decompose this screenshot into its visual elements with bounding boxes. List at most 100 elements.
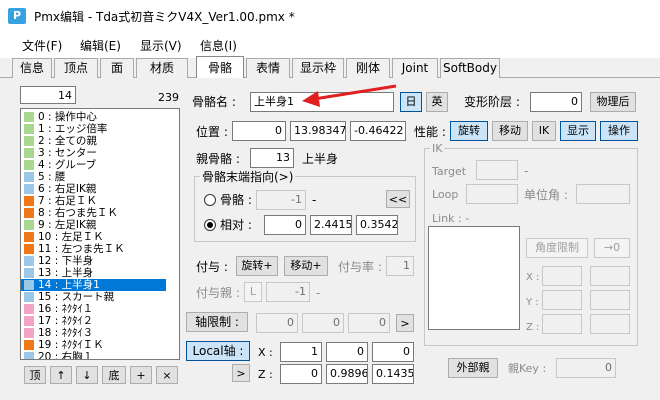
tab-face[interactable]: 面	[100, 58, 134, 78]
ik-y-max-input[interactable]	[590, 290, 630, 310]
grant-move-button[interactable]: 移动+	[284, 256, 328, 276]
bone-list-item[interactable]: 4 : グルーブ	[21, 159, 166, 171]
bone-list-item[interactable]: 11 : 左つま先ＩＫ	[21, 243, 166, 255]
lang-en-button[interactable]: 英	[426, 92, 448, 112]
bone-list-item[interactable]: 15 : スカート親	[21, 291, 166, 303]
deform-order-input[interactable]: 0	[530, 92, 582, 112]
grant-rate-input[interactable]: 1	[386, 256, 414, 276]
axis-limit-x-input[interactable]: 0	[256, 313, 298, 333]
nav-top-button[interactable]: 顶	[24, 366, 46, 384]
tab-material[interactable]: 材质	[136, 58, 188, 78]
tab-rigid-body[interactable]: 刚体	[346, 58, 390, 78]
axis-limit-z-input[interactable]: 0	[348, 313, 390, 333]
title-bar[interactable]: P Pmx编辑 - Tda式初音ミクV4X_Ver1.00.pmx *	[0, 0, 660, 32]
bone-list-item[interactable]: 8 : 右つま先ＩＫ	[21, 207, 166, 219]
axis-limit-button[interactable]: 轴限制 :	[186, 312, 248, 332]
tail-relative-y-input[interactable]: 2.4415	[310, 215, 352, 235]
lang-jp-button[interactable]: 日	[400, 92, 422, 112]
bone-list-item[interactable]: 20 : 右胸１	[21, 351, 166, 359]
grant-rotate-button[interactable]: 旋转+	[236, 256, 278, 276]
ik-target-input[interactable]	[476, 160, 518, 180]
bone-list-item[interactable]: 5 : 腰	[21, 171, 166, 183]
ik-loop-label: Loop	[432, 188, 459, 201]
bone-color-swatch	[24, 280, 34, 290]
ik-unit-angle-input[interactable]	[576, 184, 630, 204]
after-physics-button[interactable]: 物理后	[590, 92, 636, 112]
external-parent-button[interactable]: 外部親	[448, 358, 498, 378]
parent-key-input[interactable]: 0	[556, 358, 616, 378]
bone-search-input[interactable]: 14	[20, 86, 76, 104]
bone-list-item[interactable]: 0 : 操作中心	[21, 111, 166, 123]
operable-toggle[interactable]: 操作	[600, 121, 638, 141]
local-x-x-input[interactable]: 1	[280, 342, 322, 362]
visible-toggle[interactable]: 显示	[560, 121, 596, 141]
bone-list-item[interactable]: 6 : 右足IK親	[21, 183, 166, 195]
bone-list-item[interactable]: 1 : エッジ倍率	[21, 123, 166, 135]
local-x-y-input[interactable]: 0	[326, 342, 368, 362]
ik-angle-limit-button[interactable]: 角度限制	[526, 238, 588, 258]
axis-limit-y-input[interactable]: 0	[302, 313, 344, 333]
bone-list-item[interactable]: 2 : 全ての親	[21, 135, 166, 147]
bone-list-item[interactable]: 10 : 左足ＩＫ	[21, 231, 166, 243]
tail-jump-button[interactable]: <<	[386, 190, 410, 208]
bone-list-item[interactable]: 18 : ﾈｸﾀｲ３	[21, 327, 166, 339]
bone-list-item[interactable]: 7 : 右足ＩＫ	[21, 195, 166, 207]
ik-z-max-input[interactable]	[590, 314, 630, 334]
bone-list-item[interactable]: 14 : 上半身1	[21, 279, 166, 291]
local-z-x-input[interactable]: 0	[280, 364, 322, 384]
bone-list-item-label: 14 : 上半身1	[38, 279, 100, 291]
tab-softbody[interactable]: SoftBody	[440, 58, 500, 78]
ik-x-max-input[interactable]	[590, 266, 630, 286]
delete-bone-button[interactable]: ×	[156, 366, 178, 384]
menu-view[interactable]: 显示(V)	[140, 37, 182, 54]
position-z-input[interactable]: -0.46422	[350, 121, 406, 141]
ik-link-list[interactable]	[428, 226, 520, 330]
ik-loop-input[interactable]	[466, 184, 518, 204]
position-x-input[interactable]: 0	[232, 121, 286, 141]
tab-vertex[interactable]: 顶点	[54, 58, 98, 78]
ik-toggle[interactable]: IK	[532, 121, 556, 141]
bone-list-item[interactable]: 19 : ﾈｸﾀｲＩＫ	[21, 339, 166, 351]
bone-list[interactable]: 0 : 操作中心 1 : エッジ倍率 2 : 全ての親 3 : センター 4 : グルー…	[20, 108, 180, 360]
ik-y-min-input[interactable]	[542, 290, 582, 310]
menu-edit[interactable]: 编辑(E)	[80, 37, 121, 54]
move-toggle[interactable]: 移动	[492, 121, 528, 141]
position-y-input[interactable]: 13.98347	[290, 121, 346, 141]
nav-down-button[interactable]: ↓	[76, 366, 98, 384]
bone-list-item[interactable]: 3 : センター	[21, 147, 166, 159]
local-z-y-input[interactable]: 0.9896	[326, 364, 368, 384]
local-x-z-input[interactable]: 0	[372, 342, 414, 362]
bone-list-item[interactable]: 13 : 上半身	[21, 267, 166, 279]
ik-z-min-input[interactable]	[542, 314, 582, 334]
bone-list-item[interactable]: 17 : ﾈｸﾀｲ２	[21, 315, 166, 327]
tab-info[interactable]: 信息	[12, 58, 52, 78]
add-bone-button[interactable]: +	[130, 366, 152, 384]
tab-morph[interactable]: 表情	[246, 58, 290, 78]
local-z-z-input[interactable]: 0.1435	[372, 364, 414, 384]
bone-list-item[interactable]: 9 : 左足IK親	[21, 219, 166, 231]
rotate-toggle[interactable]: 旋转	[450, 121, 488, 141]
bone-list-item[interactable]: 12 : 下半身	[21, 255, 166, 267]
tail-relative-z-input[interactable]: 0.3542	[356, 215, 398, 235]
bone-list-item[interactable]: 16 : ﾈｸﾀｲ１	[21, 303, 166, 315]
grant-parent-button[interactable]: L	[244, 282, 262, 302]
tab-joint[interactable]: Joint	[392, 58, 438, 78]
nav-up-button[interactable]: ↑	[50, 366, 72, 384]
local-axis-button[interactable]: Local轴 :	[186, 341, 250, 361]
parent-bone-input[interactable]: 13	[250, 148, 294, 168]
menu-file[interactable]: 文件(F)	[22, 37, 62, 54]
tail-bone-input[interactable]: -1	[256, 190, 306, 210]
local-axis-go-button[interactable]: >	[232, 364, 250, 382]
ik-x-min-input[interactable]	[542, 266, 582, 286]
ik-target-label: Target	[432, 165, 467, 178]
tail-relative-x-input[interactable]: 0	[264, 215, 306, 235]
tail-relative-radio[interactable]	[204, 219, 216, 231]
ik-reset-button[interactable]: →0	[594, 238, 630, 258]
grant-parent-input[interactable]: -1	[266, 282, 310, 302]
tail-bone-radio[interactable]	[204, 194, 216, 206]
axis-limit-go-button[interactable]: >	[396, 314, 414, 332]
tab-display-frame[interactable]: 显示枠	[292, 58, 344, 78]
tab-bone[interactable]: 骨骼	[196, 56, 244, 78]
nav-bottom-button[interactable]: 底	[102, 366, 126, 384]
menu-info[interactable]: 信息(I)	[200, 37, 237, 54]
